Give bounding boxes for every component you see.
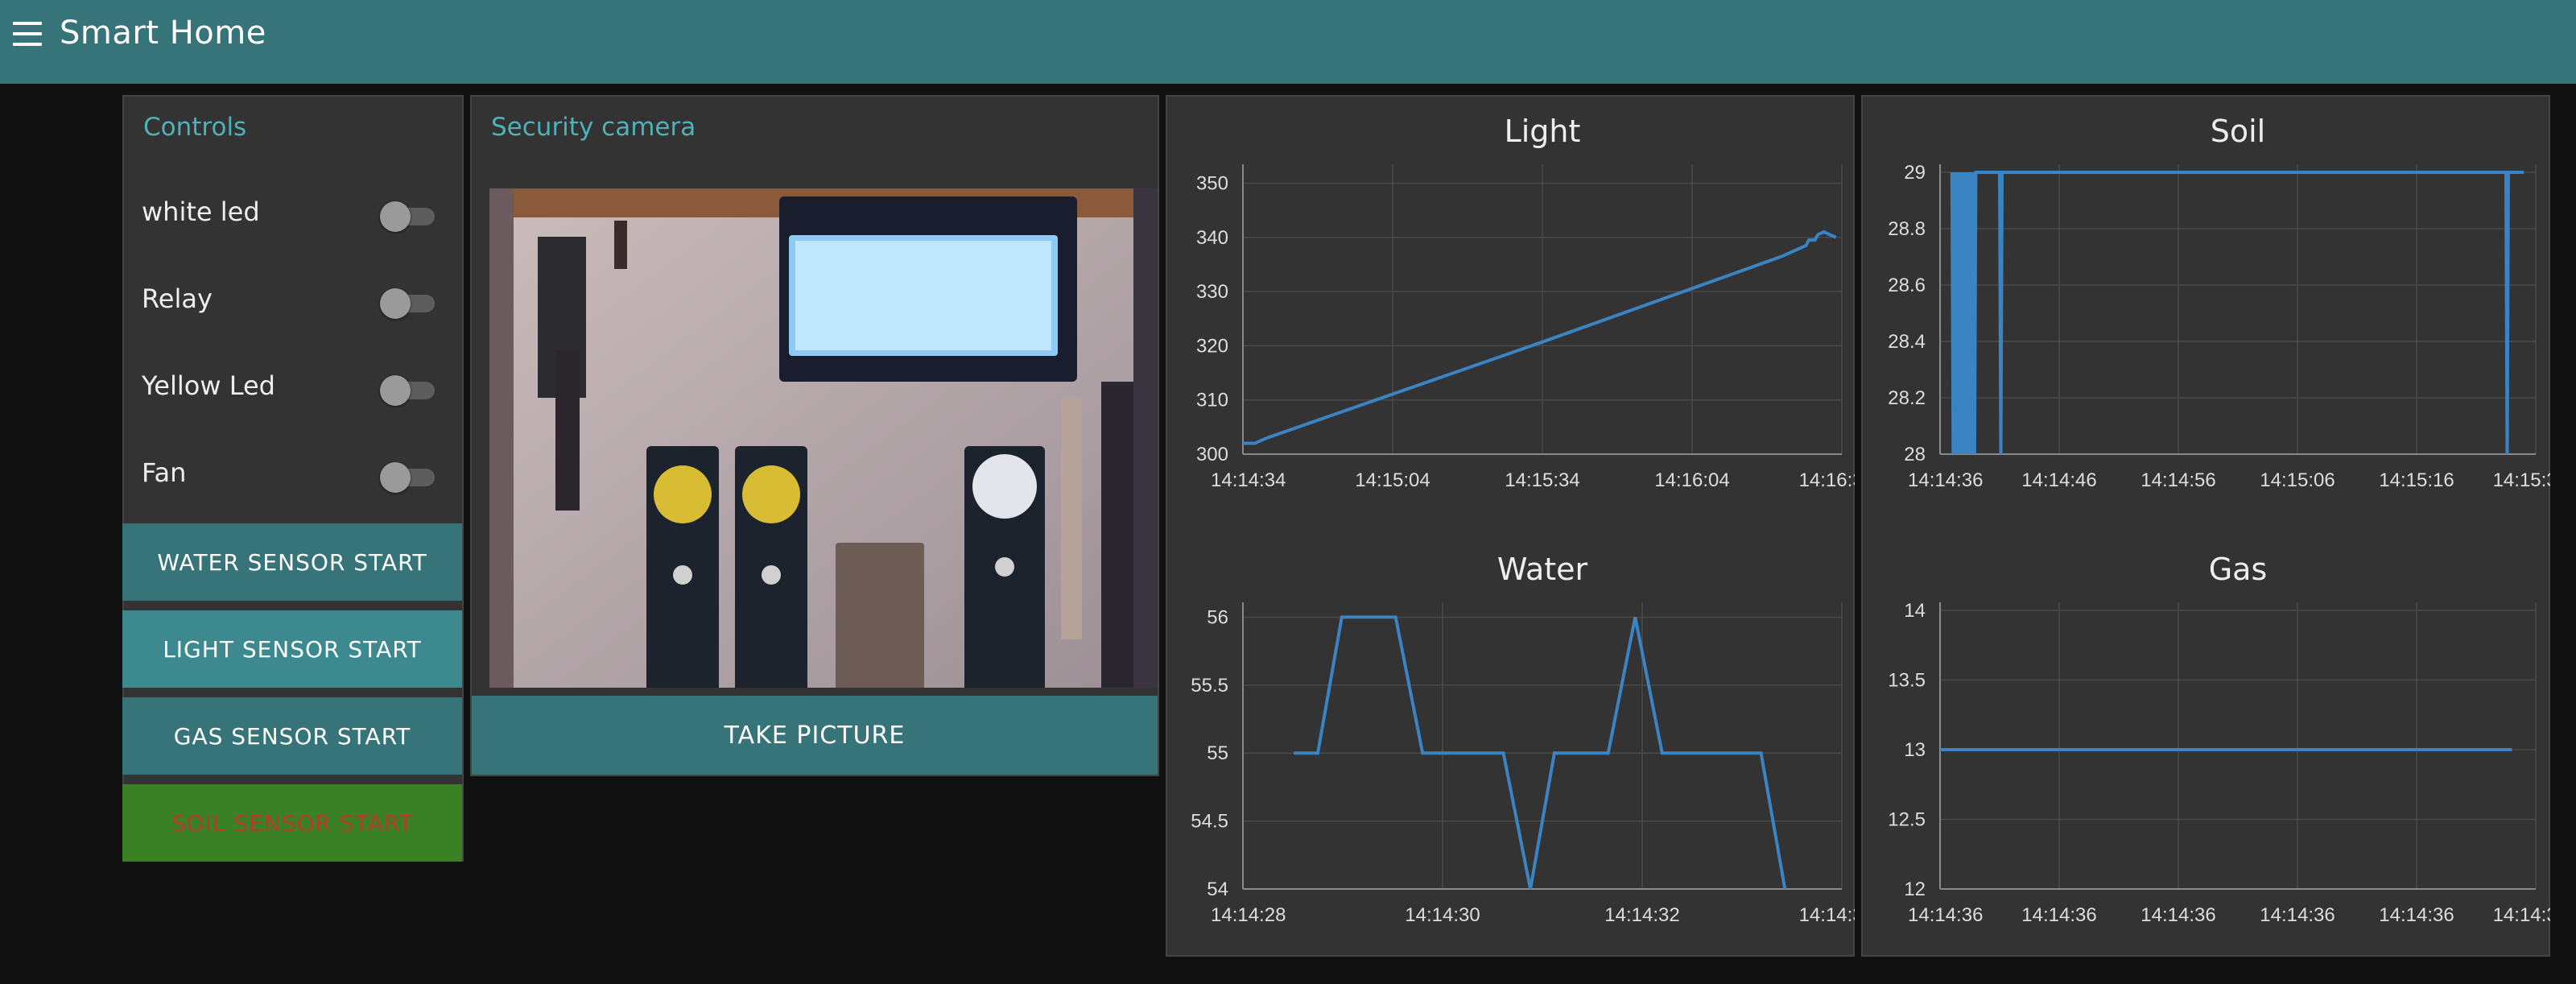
white-led-toggle[interactable] [380, 201, 436, 232]
camera-title: Security camera [491, 113, 696, 142]
y-tick-label: 12.5 [1888, 809, 1926, 831]
x-tick-label: 14:14:34 [1799, 904, 1855, 926]
toggle-row-relay: Relay [122, 277, 464, 325]
y-tick-label: 13.5 [1888, 670, 1926, 692]
relay-toggle[interactable] [380, 288, 436, 319]
y-tick-label: 56 [1207, 606, 1228, 628]
app-title: Smart Home [60, 14, 266, 52]
y-tick-label: 28.2 [1888, 387, 1926, 409]
soil-series-line [1950, 171, 2524, 455]
x-tick-label: 14:16:04 [1654, 469, 1729, 491]
water-sensor-start-button[interactable]: WATER SENSOR START [122, 523, 462, 601]
y-tick-label: 330 [1196, 281, 1228, 303]
x-tick-label: 14:14:34 [1211, 469, 1286, 491]
y-tick-label: 320 [1196, 335, 1228, 357]
toggle-row-white-led: white led [122, 190, 464, 238]
y-tick-label: 54 [1207, 879, 1228, 900]
x-tick-label: 14:15:06 [2260, 469, 2334, 491]
x-tick-label: 14:15:32 [2493, 469, 2550, 491]
y-tick-label: 350 [1196, 172, 1228, 194]
soil-chart-title: Soil [2211, 114, 2266, 149]
camera-scene [489, 188, 1158, 688]
gas-chart: Gas 12 12.5 13 13.5 14 14:14:36 14:14:36 14:14:3… [1888, 552, 2550, 926]
y-tick-label: 54.5 [1191, 811, 1228, 833]
gas-sensor-start-button[interactable]: GAS SENSOR START [122, 697, 462, 775]
x-tick-label: 14:14:36 [1908, 904, 1983, 926]
y-tick-label: 28.6 [1888, 275, 1926, 296]
y-tick-label: 55 [1207, 742, 1228, 764]
x-tick-label: 14:15:16 [2379, 469, 2454, 491]
controls-title: Controls [143, 113, 247, 142]
x-tick-label: 14:14:36 [2493, 904, 2550, 926]
y-tick-label: 13 [1904, 739, 1926, 761]
y-tick-label: 28.8 [1888, 218, 1926, 240]
light-sensor-start-button[interactable]: LIGHT SENSOR START [122, 610, 462, 688]
light-chart: Light 300 310 320 330 340 350 14:14:34 14:15:04 1… [1196, 114, 1855, 491]
x-tick-label: 14:14:36 [1908, 469, 1983, 491]
y-tick-label: 310 [1196, 390, 1228, 411]
y-tick-label: 12 [1904, 879, 1926, 900]
take-picture-button[interactable]: TAKE PICTURE [472, 696, 1158, 775]
toggle-row-fan: Fan [122, 451, 464, 499]
light-series-line [1243, 229, 1837, 445]
app-header: Smart Home [0, 0, 2576, 84]
yellow-led-toggle[interactable] [380, 375, 436, 406]
y-tick-label: 14 [1904, 600, 1926, 622]
x-tick-label: 14:15:04 [1355, 469, 1430, 491]
light-chart-title: Light [1505, 114, 1581, 149]
x-tick-label: 14:16:37 [1799, 469, 1855, 491]
toggle-row-yellow-led: Yellow Led [122, 364, 464, 412]
x-tick-label: 14:14:56 [2140, 469, 2215, 491]
x-tick-label: 14:14:32 [1604, 904, 1679, 926]
soil-sensor-start-button[interactable]: SOIL SENSOR START [122, 784, 462, 862]
water-chart: Water 54 54.5 55 55.5 56 14:14:28 14:14:30 14:14… [1191, 552, 1855, 926]
x-tick-label: 14:14:36 [2140, 904, 2215, 926]
toggle-label: Relay [142, 283, 213, 314]
toggle-label: white led [142, 196, 260, 227]
y-tick-label: 29 [1904, 162, 1926, 184]
x-tick-label: 14:14:36 [2021, 904, 2096, 926]
y-tick-label: 28 [1904, 444, 1926, 465]
x-tick-label: 14:14:46 [2021, 469, 2096, 491]
hamburger-menu-icon[interactable] [13, 22, 42, 46]
y-tick-label: 28.4 [1888, 331, 1926, 353]
y-tick-label: 55.5 [1191, 675, 1228, 697]
water-chart-title: Water [1497, 552, 1588, 587]
x-tick-label: 14:15:34 [1505, 469, 1579, 491]
toggle-label: Fan [142, 457, 187, 488]
toggle-label: Yellow Led [142, 370, 275, 401]
fan-toggle[interactable] [380, 462, 436, 493]
x-tick-label: 14:14:36 [2379, 904, 2454, 926]
x-tick-label: 14:14:36 [2260, 904, 2334, 926]
x-tick-label: 14:14:30 [1405, 904, 1480, 926]
gas-chart-title: Gas [2209, 552, 2268, 587]
x-tick-label: 14:14:28 [1211, 904, 1286, 926]
soil-chart: Soil 28 28.2 28.4 28.6 28.8 29 14:14:36 14:14:46… [1888, 114, 2550, 491]
camera-feed-image [489, 188, 1158, 688]
y-tick-label: 300 [1196, 444, 1228, 465]
y-tick-label: 340 [1196, 227, 1228, 249]
